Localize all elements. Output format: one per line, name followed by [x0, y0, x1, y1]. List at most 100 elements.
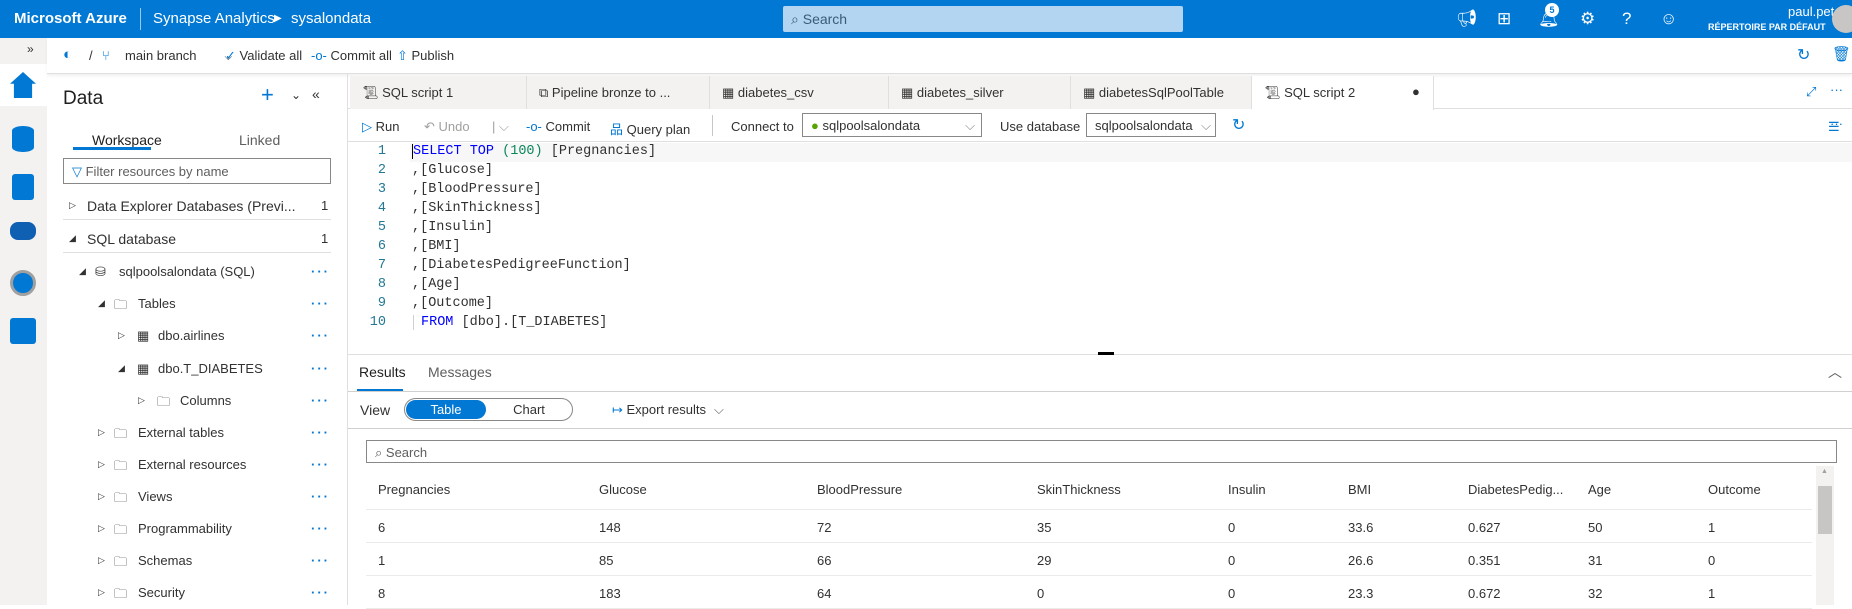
- tree-item-tables[interactable]: ◢ 🗀 Tables ···: [47, 288, 347, 318]
- refresh-icon[interactable]: ↻: [1797, 45, 1810, 65]
- more-icon[interactable]: ···: [1830, 82, 1843, 97]
- more-icon[interactable]: ···: [311, 425, 330, 440]
- more-icon[interactable]: ···: [311, 264, 330, 279]
- portal-icon[interactable]: ⊞: [1497, 9, 1511, 29]
- refresh-icon[interactable]: ↻: [1232, 115, 1245, 135]
- section-data-explorer[interactable]: ▷ Data Explorer Databases (Previ... 1: [63, 190, 331, 220]
- tree-item-external-resources[interactable]: ▷ 🗀 External resources ···: [47, 449, 347, 479]
- expand-arrow-icon: ▷: [138, 395, 145, 405]
- toolbox-icon[interactable]: [10, 318, 36, 344]
- view-table-option[interactable]: Table: [406, 400, 486, 419]
- tab-diabetes-csv[interactable]: ▦ diabetes_csv: [710, 76, 889, 109]
- more-icon[interactable]: ···: [311, 553, 330, 568]
- column-header[interactable]: Insulin: [1228, 482, 1266, 497]
- column-header[interactable]: Outcome: [1708, 482, 1761, 497]
- user-name[interactable]: paul.peton@live.fr: [1708, 4, 1852, 19]
- more-icon[interactable]: ···: [311, 489, 330, 504]
- avatar[interactable]: [1832, 5, 1852, 33]
- scroll-up-icon[interactable]: ▲: [1821, 468, 1828, 475]
- discard-icon[interactable]: 🗑︎: [1832, 45, 1851, 63]
- tab-pipeline[interactable]: ⧉ Pipeline bronze to ...: [527, 76, 710, 109]
- tree-item-airlines[interactable]: ▷ ▦ dbo.airlines ···: [47, 320, 347, 350]
- splitter-handle[interactable]: [1098, 352, 1114, 355]
- query-plan-button[interactable]: 品 Query plan: [610, 119, 690, 138]
- table-cell: 23.3: [1348, 586, 1374, 601]
- table-icon: ▦: [722, 85, 738, 100]
- code-line: FROM [dbo].[T_DIABETES]: [413, 315, 607, 330]
- more-icon[interactable]: ···: [311, 328, 330, 343]
- column-header[interactable]: SkinThickness: [1037, 482, 1121, 497]
- collapse-arrow-icon: ◢: [79, 266, 86, 276]
- nav-home[interactable]: [0, 64, 47, 106]
- filter-input[interactable]: ▽ Filter resources by name: [63, 158, 331, 184]
- branch-dropdown[interactable]: main branch ⌵: [125, 48, 232, 63]
- megaphone-icon[interactable]: 📢︎: [1456, 9, 1478, 29]
- use-database-select[interactable]: sqlpoolsalondata ⌵: [1086, 113, 1216, 137]
- undo-button[interactable]: ↶ Undo: [424, 119, 470, 135]
- commit-button[interactable]: -o- Commit: [526, 119, 590, 134]
- document-icon[interactable]: [12, 174, 34, 200]
- more-icon[interactable]: ···: [311, 585, 330, 600]
- tree-item-views[interactable]: ▷ 🗀 Views ···: [47, 481, 347, 511]
- column-header[interactable]: BMI: [1348, 482, 1371, 497]
- pipeline-icon[interactable]: [10, 222, 36, 240]
- tab-workspace[interactable]: Workspace: [92, 132, 162, 148]
- code-line: ,[BMI]: [412, 239, 461, 254]
- undo-dropdown-icon[interactable]: | ⌵: [492, 119, 509, 135]
- more-icon[interactable]: ···: [311, 296, 330, 311]
- run-button[interactable]: ▷ Run: [362, 119, 399, 135]
- export-results-button[interactable]: ↦ Export results ⌵: [612, 402, 724, 418]
- tab-sql-script-1[interactable]: 📜︎ SQL script 1: [350, 76, 527, 109]
- collapse-chevron-up-icon[interactable]: ︿: [1828, 362, 1842, 382]
- brand[interactable]: Microsoft Azure: [14, 10, 127, 27]
- gear-icon[interactable]: ⚙: [1580, 9, 1595, 29]
- results-search-input[interactable]: ⌕ Search: [366, 440, 1837, 463]
- table-cell: 66: [817, 553, 832, 568]
- add-icon[interactable]: +: [261, 82, 274, 108]
- tree-item-t-diabetes[interactable]: ◢ ▦ dbo.T_DIABETES ···: [47, 353, 347, 383]
- tab-diabetes-sqlpooltable[interactable]: ▦ diabetesSqlPoolTable: [1071, 76, 1252, 109]
- code-line: ,[SkinThickness]: [412, 201, 542, 216]
- maximize-icon[interactable]: ⤢: [1806, 84, 1816, 100]
- tab-results[interactable]: Results: [359, 364, 406, 380]
- column-header[interactable]: Glucose: [599, 482, 647, 497]
- database-icon[interactable]: [12, 126, 34, 152]
- search-input[interactable]: ⌕ Search: [783, 6, 1183, 32]
- collapse-all-icon[interactable]: ⌄: [291, 88, 301, 102]
- tab-messages[interactable]: Messages: [428, 364, 492, 380]
- tab-diabetes-silver[interactable]: ▦ diabetes_silver: [889, 76, 1071, 109]
- column-header[interactable]: Age: [1588, 482, 1611, 497]
- tab-sql-script-2[interactable]: 📜︎ SQL script 2 ●: [1252, 76, 1434, 110]
- column-header[interactable]: BloodPressure: [817, 482, 902, 497]
- section-sql-database[interactable]: ◢ SQL database 1: [63, 223, 331, 253]
- tree-item-columns[interactable]: ▷ 🗀 Columns ···: [47, 385, 347, 415]
- tree-item-external-tables[interactable]: ▷ 🗀 External tables ···: [47, 417, 347, 447]
- commit-all-button[interactable]: -o- Commit all: [311, 48, 392, 63]
- more-icon[interactable]: ···: [311, 361, 330, 376]
- connect-to-select[interactable]: ● sqlpoolsalondata ⌵: [802, 113, 982, 137]
- column-header[interactable]: DiabetesPedig...: [1468, 482, 1563, 497]
- more-icon[interactable]: ···: [311, 521, 330, 536]
- expand-icon[interactable]: »: [27, 42, 34, 56]
- tab-linked[interactable]: Linked: [239, 132, 280, 148]
- collapse-panel-icon[interactable]: «: [312, 86, 320, 102]
- breadcrumb-workspace[interactable]: sysalondata: [291, 10, 371, 27]
- tree-item-security[interactable]: ▷ 🗀 Security ···: [47, 577, 347, 607]
- publish-button[interactable]: ⇧ Publish: [397, 48, 454, 64]
- scrollbar[interactable]: ▲: [1816, 466, 1834, 605]
- more-icon[interactable]: ···: [311, 393, 330, 408]
- help-icon[interactable]: ?: [1622, 9, 1631, 29]
- filter-icon: ▽: [72, 164, 86, 179]
- more-icon[interactable]: ···: [1830, 116, 1843, 131]
- column-header[interactable]: Pregnancies: [378, 482, 450, 497]
- more-icon[interactable]: ···: [311, 457, 330, 472]
- scrollbar-thumb[interactable]: [1818, 486, 1832, 534]
- view-chart-option[interactable]: Chart: [489, 400, 569, 419]
- breadcrumb-service[interactable]: Synapse Analytics: [153, 10, 275, 27]
- validate-all-button[interactable]: ✓ Validate all: [225, 48, 302, 64]
- feedback-icon[interactable]: ☺: [1660, 9, 1677, 29]
- tree-item-schemas[interactable]: ▷ 🗀 Schemas ···: [47, 545, 347, 575]
- monitor-icon[interactable]: [10, 270, 36, 296]
- tree-item-sqlpool[interactable]: ◢ ⛁ sqlpoolsalondata (SQL) ···: [47, 256, 347, 286]
- tree-item-programmability[interactable]: ▷ 🗀 Programmability ···: [47, 513, 347, 543]
